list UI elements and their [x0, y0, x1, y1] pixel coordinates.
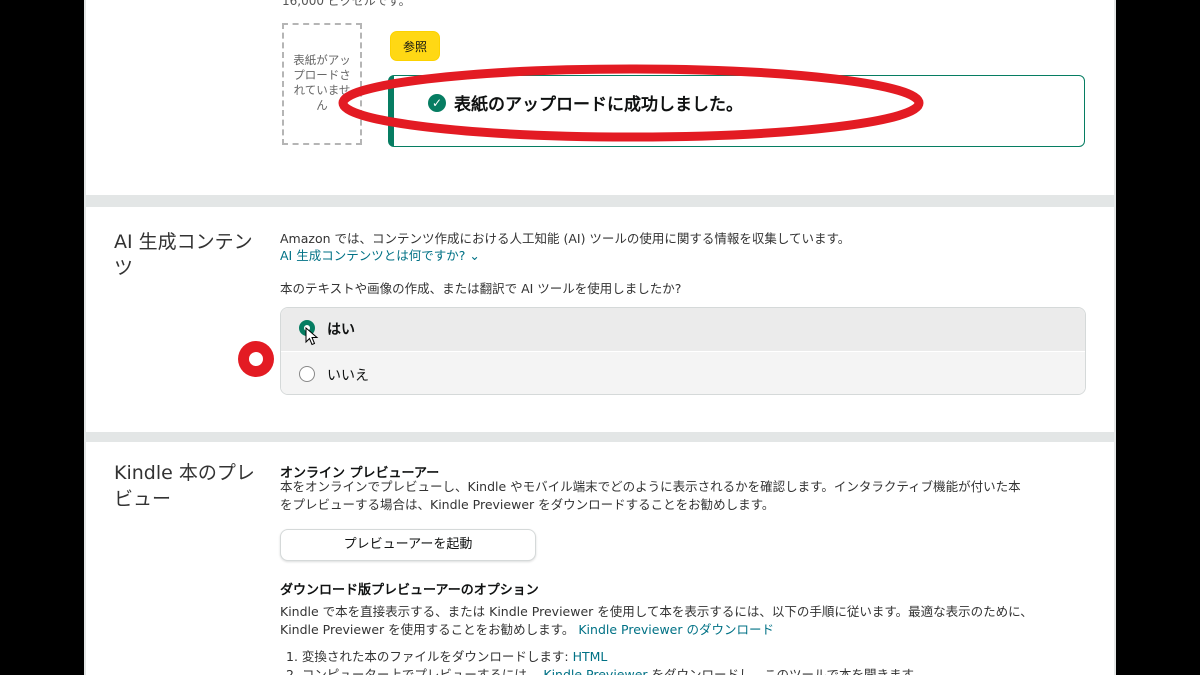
online-previewer-desc-line2: をプレビューする場合は、Kindle Previewer をダウンロードすること… — [280, 497, 775, 512]
html-download-link[interactable]: HTML — [573, 649, 608, 664]
mouse-cursor-icon — [305, 327, 319, 346]
cover-panel: 16,000 ピクセルです。 表紙がアップロードされていません 参照 ✓ 表紙の… — [86, 0, 1114, 195]
radio-no-button[interactable] — [299, 366, 315, 382]
step-1-text: 1. 変換された本のファイルをダウンロードします: — [286, 649, 573, 664]
kindle-previewer-link[interactable]: Kindle Previewer — [543, 667, 647, 675]
kindle-preview-panel: Kindle 本のプレビュー オンライン プレビューアー 本をオンラインでプレビ… — [86, 442, 1114, 675]
ai-usage-radio-group: はい いいえ — [280, 307, 1086, 395]
ai-section-title: AI 生成コンテンツ — [114, 231, 253, 279]
download-desc-text: Kindle Previewer を使用することをお勧めします。 — [280, 622, 575, 637]
preview-section-title: Kindle 本のプレビュー — [114, 462, 255, 510]
download-options-heading: ダウンロード版プレビューアーのオプション — [280, 583, 539, 598]
cover-requirement-text: 16,000 ピクセルです。 — [282, 0, 411, 8]
browse-button[interactable]: 参照 — [390, 31, 440, 61]
red-circle-marker — [238, 341, 274, 377]
radio-no-label: いいえ — [327, 368, 369, 384]
step-1: 1. 変換された本のファイルをダウンロードします: HTML — [286, 646, 607, 665]
page-viewport: 16,000 ピクセルです。 表紙がアップロードされていません 参照 ✓ 表紙の… — [84, 0, 1116, 675]
step-2-suffix: をダウンロードし、このツールで本を開きます。 — [651, 667, 926, 675]
step-2-text: 2. コンピューター上でプレビューするには、 — [286, 667, 540, 675]
ai-info-link-text[interactable]: AI 生成コンテンツとは何ですか? — [280, 248, 465, 263]
download-desc-line2: Kindle Previewer を使用することをお勧めします。 Kindle … — [280, 621, 774, 639]
upload-success-alert: ✓ 表紙のアップロードに成功しました。 — [388, 75, 1085, 147]
radio-option-no[interactable]: いいえ — [281, 352, 1085, 394]
ai-info-link[interactable]: AI 生成コンテンツとは何ですか? ⌄ — [280, 245, 480, 264]
ai-question: 本のテキストや画像の作成、または翻訳で AI ツールを使用しましたか? — [280, 281, 682, 296]
upload-success-message: 表紙のアップロードに成功しました。 — [454, 95, 743, 115]
launch-previewer-button[interactable]: プレビューアーを起動 — [280, 529, 536, 561]
radio-yes-label: はい — [327, 322, 355, 338]
chevron-down-icon: ⌄ — [469, 248, 480, 263]
radio-option-yes[interactable]: はい — [281, 308, 1085, 351]
download-desc-line1: Kindle で本を直接表示する、または Kindle Previewer を使… — [280, 604, 1033, 619]
kindle-previewer-download-link[interactable]: Kindle Previewer のダウンロード — [578, 622, 774, 637]
cover-placeholder: 表紙がアップロードされていません — [282, 23, 362, 145]
ai-content-panel: AI 生成コンテンツ Amazon では、コンテンツ作成における人工知能 (AI… — [86, 207, 1114, 432]
cover-placeholder-text: 表紙がアップロードされていません — [293, 53, 351, 112]
online-previewer-desc-line1: 本をオンラインでプレビューし、Kindle やモバイル端末でどのように表示される… — [280, 479, 1021, 494]
check-circle-icon: ✓ — [428, 94, 446, 112]
step-2: 2. コンピューター上でプレビューするには、 Kindle Previewer … — [286, 664, 925, 675]
